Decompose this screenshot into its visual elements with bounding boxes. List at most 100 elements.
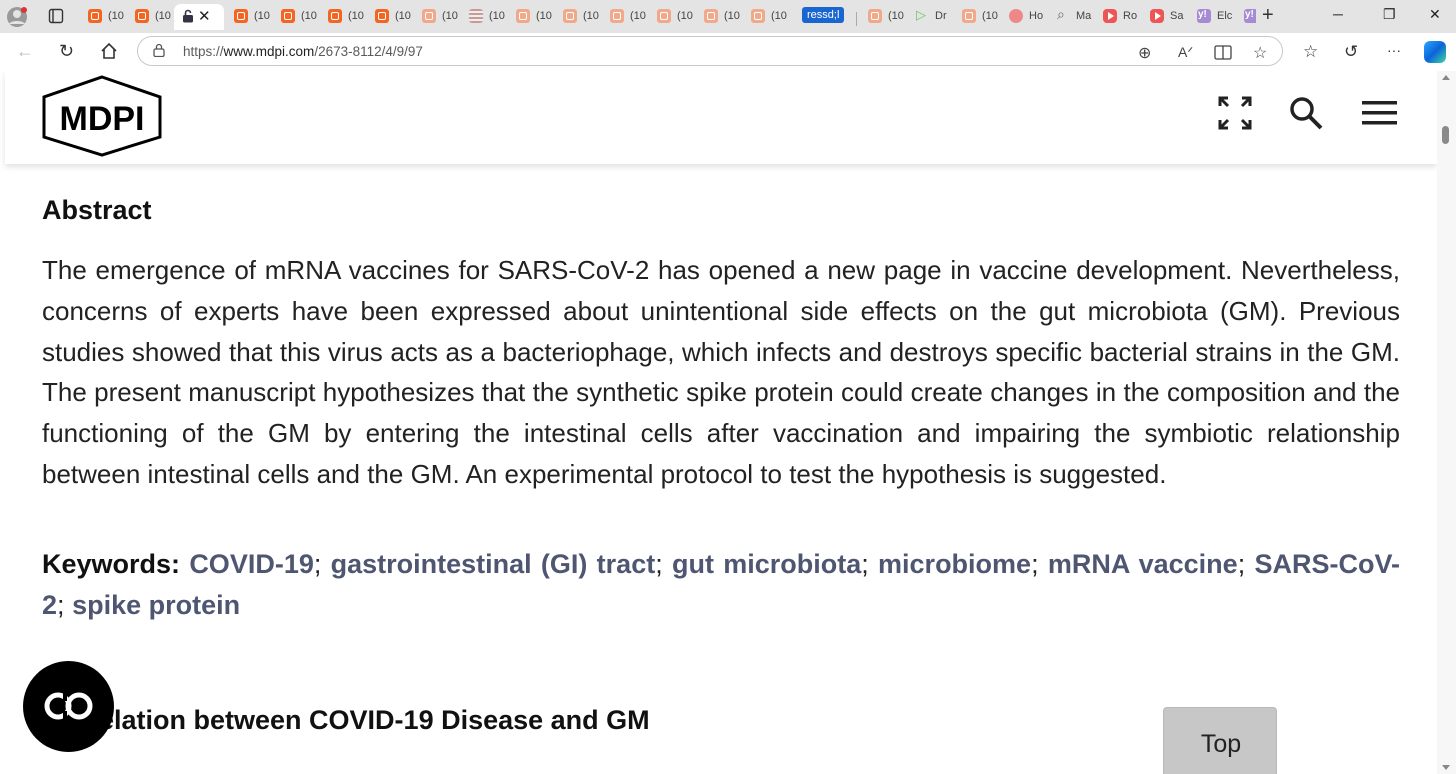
- keyword-separator: ;: [1031, 549, 1039, 579]
- mdpi-favicon-faded-icon: [516, 9, 530, 23]
- svg-text:MDPI: MDPI: [60, 100, 145, 138]
- mdpi-favicon-faded-icon: [962, 9, 976, 23]
- close-window-button[interactable]: ✕: [1429, 6, 1441, 23]
- search-favicon-icon: [1056, 6, 1070, 23]
- keyword-link[interactable]: gastrointestinal (GI) tract: [331, 549, 656, 579]
- mdpi-favicon-icon: [135, 9, 149, 23]
- tab-active[interactable]: ✕: [174, 4, 224, 30]
- mdpi-favicon-icon: [234, 9, 248, 23]
- tab-highlighted[interactable]: ressd;l: [802, 4, 850, 30]
- hamburger-menu-icon[interactable]: [1361, 98, 1399, 128]
- page-scrollbar[interactable]: [1437, 71, 1456, 774]
- tab[interactable]: (10: [127, 4, 174, 30]
- tab-label: (10: [677, 10, 693, 22]
- tab-label: (10: [348, 10, 364, 22]
- tab[interactable]: (10: [226, 4, 273, 30]
- tab[interactable]: (10: [80, 4, 127, 30]
- search-icon[interactable]: [1288, 95, 1324, 131]
- url-text[interactable]: https://www.mdpi.com/2673-8112/4/9/97: [183, 44, 423, 59]
- tab[interactable]: Ma: [1048, 4, 1095, 30]
- copilot-icon[interactable]: [1424, 41, 1446, 63]
- scroll-down-arrow-icon[interactable]: [1442, 765, 1450, 770]
- tab[interactable]: sal: [1236, 4, 1256, 30]
- tab-label: (10: [536, 10, 552, 22]
- tab[interactable]: (10: [508, 4, 555, 30]
- keyword-separator: ;: [861, 549, 869, 579]
- tab-label: Ma: [1076, 10, 1092, 22]
- tab[interactable]: (10: [602, 4, 649, 30]
- tab[interactable]: (10: [649, 4, 696, 30]
- tab[interactable]: Ro: [1095, 4, 1142, 30]
- tab[interactable]: Elc: [1189, 4, 1236, 30]
- web-page: MDPI Abstract The emergence of mRNA vacc…: [0, 71, 1437, 774]
- fullscreen-icon[interactable]: [1217, 95, 1253, 131]
- back-to-top-button[interactable]: Top: [1163, 707, 1277, 774]
- tab-label: (10: [301, 10, 317, 22]
- mdpi-favicon-faded-icon: [704, 9, 718, 23]
- keyword-separator: ;: [655, 549, 663, 579]
- lock-icon: [183, 9, 193, 23]
- abstract-heading: Abstract: [42, 195, 152, 225]
- keyword-link[interactable]: COVID-19: [189, 549, 314, 579]
- tab[interactable]: (10: [954, 4, 1001, 30]
- home-icon[interactable]: [100, 42, 118, 60]
- scroll-thumb[interactable]: [1442, 126, 1449, 144]
- lock-icon[interactable]: [153, 43, 165, 57]
- tab[interactable]: Ho: [1001, 4, 1048, 30]
- tab[interactable]: (10: [273, 4, 320, 30]
- tab-label: Dr: [935, 10, 947, 22]
- captions-button[interactable]: [23, 661, 114, 752]
- browser-tab-strip: (10 (10 ✕ (10 (10 (10 (10 (10 (10 (10 (10 (10 (10 (10…: [0, 0, 1456, 33]
- yahoo-favicon-icon: [1244, 9, 1256, 23]
- mdpi-favicon-faded-icon: [610, 9, 624, 23]
- profile-icon[interactable]: [6, 6, 28, 28]
- youtube-favicon-icon: [1103, 9, 1117, 23]
- immersive-reader-icon[interactable]: [1214, 45, 1232, 60]
- tab-label: (10: [724, 10, 740, 22]
- grid-favicon-icon: [469, 9, 483, 23]
- scroll-up-arrow-icon[interactable]: [1442, 75, 1450, 80]
- read-aloud-icon[interactable]: Aᐟ: [1178, 44, 1193, 61]
- mdpi-favicon-faded-icon: [422, 9, 436, 23]
- mdpi-logo[interactable]: MDPI: [40, 75, 164, 157]
- mdpi-favicon-faded-icon: [868, 9, 882, 23]
- address-bar[interactable]: https://www.mdpi.com/2673-8112/4/9/97 ⊕ …: [137, 36, 1283, 66]
- abstract-text: The emergence of mRNA vaccines for SARS-…: [42, 255, 1400, 489]
- favorite-star-icon[interactable]: ☆: [1253, 43, 1267, 63]
- history-icon[interactable]: ↺: [1344, 42, 1358, 62]
- site-header: MDPI: [5, 71, 1437, 164]
- minimize-button[interactable]: ─: [1333, 6, 1343, 22]
- keyword-link[interactable]: gut microbiota: [672, 549, 861, 579]
- tab-label: (10: [108, 10, 124, 22]
- more-menu-icon[interactable]: ···: [1387, 42, 1401, 58]
- yahoo-favicon-icon: [1197, 9, 1211, 23]
- mdpi-favicon-icon: [328, 9, 342, 23]
- tab[interactable]: (10: [461, 4, 508, 30]
- tab-label: Elc: [1217, 10, 1233, 22]
- back-arrow-icon[interactable]: ←: [16, 41, 34, 62]
- keyword-link[interactable]: microbiome: [878, 549, 1031, 579]
- zoom-icon[interactable]: ⊕: [1138, 43, 1151, 63]
- tab-label: Sa: [1170, 10, 1184, 22]
- tab[interactable]: (10: [860, 4, 907, 30]
- tab[interactable]: Dr: [907, 4, 954, 30]
- new-tab-button[interactable]: +: [1262, 4, 1274, 27]
- keywords-label: Keywords:: [42, 549, 181, 579]
- tab[interactable]: (10: [414, 4, 461, 30]
- tab[interactable]: (10: [696, 4, 743, 30]
- tab[interactable]: (10: [367, 4, 414, 30]
- maximize-button[interactable]: ❐: [1383, 6, 1396, 23]
- keyword-link[interactable]: mRNA vaccine: [1048, 549, 1238, 579]
- favorites-icon[interactable]: ☆: [1303, 42, 1318, 62]
- tab[interactable]: (10: [555, 4, 602, 30]
- mdpi-favicon-icon: [88, 9, 102, 23]
- refresh-icon[interactable]: ↻: [59, 41, 74, 62]
- tab[interactable]: (10: [743, 4, 790, 30]
- close-tab-icon[interactable]: ✕: [198, 7, 211, 25]
- tab[interactable]: (10: [320, 4, 367, 30]
- keyword-link[interactable]: spike protein: [72, 590, 240, 620]
- tab-actions-icon[interactable]: [48, 8, 64, 24]
- tab[interactable]: Sa: [1142, 4, 1189, 30]
- play-favicon-icon: [915, 7, 929, 23]
- keyword-separator: ;: [57, 590, 65, 620]
